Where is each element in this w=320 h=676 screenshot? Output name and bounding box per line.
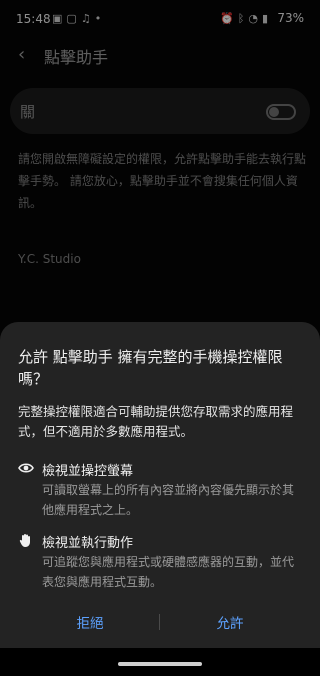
developer-name: Y.C. Studio [18,252,81,266]
dialog-body: 完整操控權限適合可輔助提供您存取需求的應用程式，但不適用於多數應用程式。 [18,404,294,439]
wifi-icon: ◔ [248,12,258,25]
status-time: 15:48 [16,12,51,26]
permission-dialog: 允許 點擊助手 擁有完整的手機操控權限嗎？ 完整操控權限適合可輔助提供您存取需求… [0,322,320,648]
toggle-switch[interactable] [266,104,296,120]
dialog-title: 允許 點擊助手 擁有完整的手機操控權限嗎？ [18,348,283,388]
dot-icon: • [94,12,102,25]
permission-text: 可追蹤您與應用程式或硬體感應器的互動，並代表您與應用程式互動。 [42,555,295,589]
status-bar: 15:48 ▣ ▢ ♫ • ⏰ ᛒ ◔ ▮ 73% [0,0,320,38]
allow-button[interactable]: 允許 [170,612,290,636]
status-left-icons: ▣ ▢ ♫ • [52,12,101,25]
status-right-icons: ⏰ ᛒ ◔ ▮ [220,12,268,25]
signal-icon: ▮ [261,12,268,25]
message-icon: ▢ [66,12,77,25]
gallery-icon: ▣ [52,12,63,25]
bluetooth-icon: ᛒ [237,12,245,25]
audio-icon: ♫ [80,12,91,25]
page-title: 點擊助手 [44,48,109,67]
navigation-bar [0,648,320,676]
hand-icon [19,534,30,547]
home-gesture-bar[interactable] [118,662,202,666]
alarm-icon: ⏰ [220,12,234,25]
deny-button[interactable]: 拒絕 [30,612,150,636]
permission-heading: 檢視並操控螢幕 [42,464,134,479]
switch-label: 關 [20,103,36,121]
master-switch-bar[interactable]: 關 [10,88,310,134]
eye-icon [18,463,34,473]
button-divider [159,614,160,630]
service-description: 請您開啟無障礙設定的權限，允許點擊助手能去執行點擊手勢。 請您放心，點擊助手並不… [18,152,307,210]
battery-percentage: 73% [277,11,304,25]
permission-text: 可讀取螢幕上的所有內容並將內容優先顯示於其他應用程式之上。 [42,483,295,517]
app-header: ‹ 點擊助手 [0,38,320,78]
back-button[interactable]: ‹ [18,44,25,65]
permission-heading: 檢視並執行動作 [42,536,134,551]
